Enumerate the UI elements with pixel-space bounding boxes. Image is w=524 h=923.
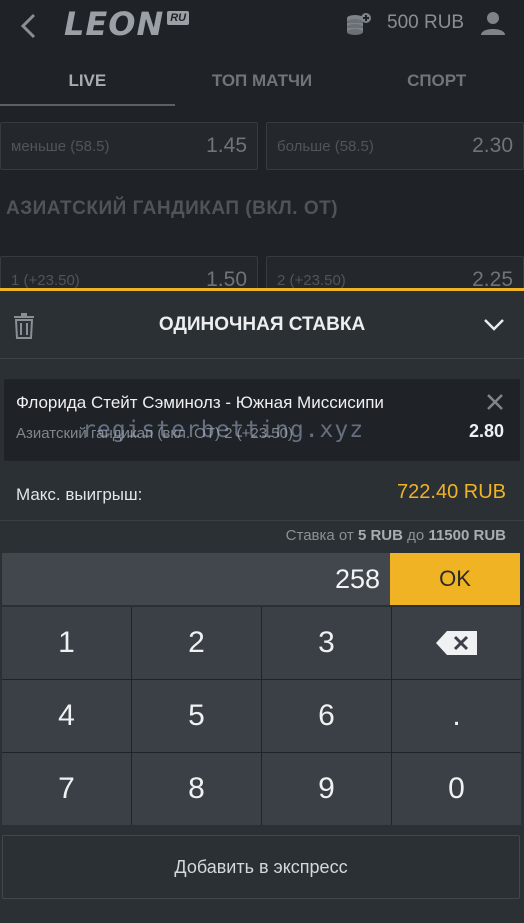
key-7[interactable]: 7	[2, 753, 131, 825]
chevron-left-icon	[20, 13, 36, 39]
user-icon[interactable]	[480, 10, 506, 36]
key-6[interactable]: 6	[262, 680, 391, 752]
match-name: Флорида Стейт Сэминолз - Южная Миссисипи	[16, 393, 384, 412]
odds-row-total: меньше (58.5) 1.45 больше (58.5) 2.30	[0, 122, 524, 170]
logo-text: LEON	[64, 5, 165, 43]
watermark: registerbetting.xyz	[82, 417, 365, 443]
market-section-title: АЗИАТСКИЙ ГАНДИКАП (ВКЛ. ОТ)	[6, 198, 339, 219]
odds-button-over[interactable]: больше (58.5) 2.30	[266, 122, 524, 170]
logo-badge: RU	[167, 11, 190, 25]
tab-live[interactable]: LIVE	[0, 56, 175, 106]
selection-odds: 2.80	[468, 421, 504, 441]
keypad-grid: 1 2 3 4 5 6 . 7 8 9 0	[2, 607, 521, 825]
max-win-value: 722.40 RUB	[397, 481, 506, 503]
bet-slip-header: ОДИНОЧНАЯ СТАВКА	[0, 291, 524, 359]
key-8[interactable]: 8	[132, 753, 261, 825]
stake-mid: до	[407, 527, 425, 544]
stake-min: 5 RUB	[357, 527, 403, 544]
background-page: LEON RU 500 RUB LIVE ТОП МАТЧИ СПОРТ мен…	[0, 0, 524, 290]
stake-max: 11500 RUB	[428, 527, 506, 544]
key-backspace[interactable]	[392, 607, 521, 679]
back-button[interactable]	[12, 8, 44, 44]
key-3[interactable]: 3	[262, 607, 391, 679]
odds-value: 2.25	[472, 268, 513, 290]
stake-amount-value: 258	[334, 563, 380, 594]
add-to-express-button[interactable]: Добавить в экспресс	[2, 835, 520, 899]
odds-button-handicap-1[interactable]: 1 (+23.50) 1.50	[0, 256, 258, 290]
odds-button-handicap-2[interactable]: 2 (+23.50) 2.25	[266, 256, 524, 290]
logo[interactable]: LEON RU	[64, 5, 190, 43]
bet-slip-title: ОДИНОЧНАЯ СТАВКА	[158, 314, 366, 335]
odds-value: 1.45	[206, 134, 247, 157]
odds-button-under[interactable]: меньше (58.5) 1.45	[0, 122, 258, 170]
odds-value: 1.50	[206, 268, 247, 290]
key-5[interactable]: 5	[132, 680, 261, 752]
bet-slip: ОДИНОЧНАЯ СТАВКА Флорида Стейт Сэминолз …	[0, 288, 524, 923]
ok-button[interactable]: OK	[390, 553, 520, 605]
odds-label: 1 (+23.50)	[11, 271, 80, 289]
odds-row-handicap: 1 (+23.50) 1.50 2 (+23.50) 2.25	[0, 256, 524, 290]
stake-prefix: Ставка от	[285, 527, 354, 544]
stake-amount-input[interactable]: 258	[2, 553, 390, 605]
balance[interactable]: 500 RUB	[387, 12, 464, 34]
divider	[0, 520, 524, 521]
key-1[interactable]: 1	[2, 607, 131, 679]
close-icon[interactable]	[482, 389, 508, 415]
key-4[interactable]: 4	[2, 680, 131, 752]
key-9[interactable]: 9	[262, 753, 391, 825]
backspace-icon	[435, 631, 477, 655]
coins-icon[interactable]	[344, 10, 372, 38]
numeric-keypad: 258 OK 1 2 3 4 5 6 . 7 8 9 0	[0, 553, 524, 825]
key-2[interactable]: 2	[132, 607, 261, 679]
top-bar: LEON RU 500 RUB	[0, 0, 524, 56]
odds-label: меньше (58.5)	[11, 137, 110, 155]
key-decimal[interactable]: .	[392, 680, 521, 752]
tab-top-matches[interactable]: ТОП МАТЧИ	[175, 56, 350, 106]
key-0[interactable]: 0	[392, 753, 521, 825]
tab-sport[interactable]: СПОРТ	[349, 56, 524, 106]
odds-label: больше (58.5)	[277, 137, 374, 155]
stake-range: Ставка от 5 RUB до 11500 RUB	[286, 527, 506, 544]
chevron-down-icon[interactable]	[482, 315, 506, 335]
odds-value: 2.30	[472, 134, 513, 157]
nav-tabs: LIVE ТОП МАТЧИ СПОРТ	[0, 56, 524, 106]
odds-label: 2 (+23.50)	[277, 271, 346, 289]
max-win-label: Макс. выигрыш:	[16, 485, 143, 504]
